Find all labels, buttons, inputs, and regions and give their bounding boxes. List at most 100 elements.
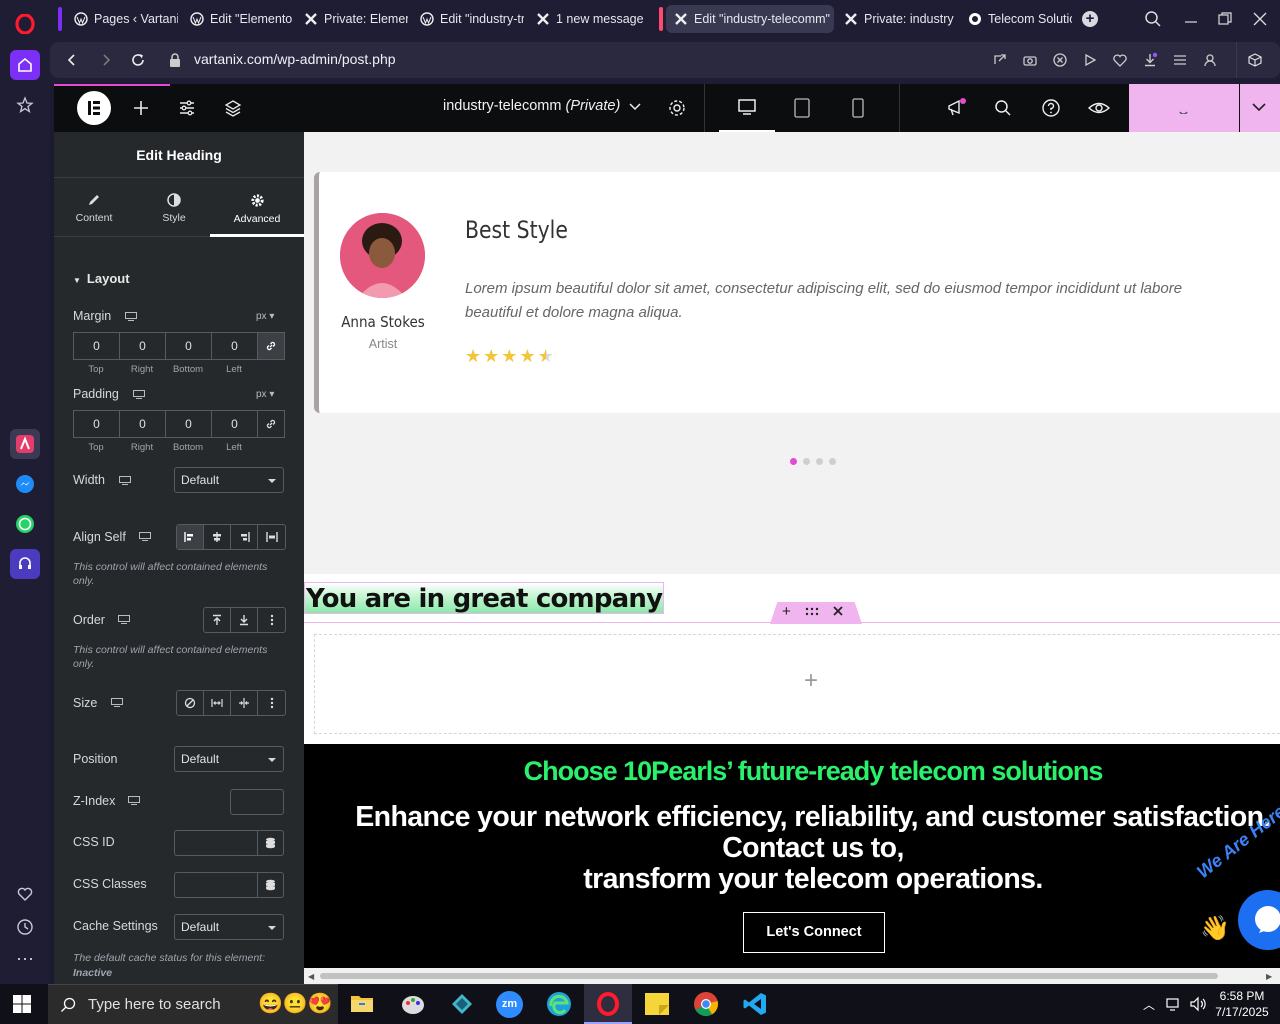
adblock-icon[interactable] <box>1052 52 1068 68</box>
responsive-desktop-icon[interactable] <box>119 476 131 485</box>
position-select[interactable]: Default <box>174 746 284 772</box>
link-values-icon[interactable] <box>258 411 284 437</box>
scroll-right-icon[interactable]: ▶ <box>1266 972 1272 981</box>
sticky-notes-icon[interactable] <box>645 993 669 1015</box>
chevron-down-icon[interactable] <box>629 102 641 112</box>
windows-start-icon[interactable] <box>13 995 31 1013</box>
page-title-dropdown[interactable]: industry-telecomm (Private) <box>443 98 620 114</box>
align-start-icon[interactable] <box>177 525 204 549</box>
notifications-megaphone-icon[interactable] <box>946 97 968 119</box>
scroll-thumb[interactable] <box>320 973 1218 979</box>
more-icon[interactable]: ⋯ <box>10 944 40 974</box>
align-end-icon[interactable] <box>231 525 258 549</box>
layout-section-toggle[interactable]: ▼ Layout <box>73 271 130 286</box>
padding-right-input[interactable]: 0 <box>120 411 166 437</box>
profile-icon[interactable] <box>1202 52 1218 68</box>
slider-dot[interactable] <box>829 458 836 465</box>
empty-drop-area[interactable]: + <box>314 634 1280 734</box>
dynamic-tags-icon[interactable] <box>258 872 284 898</box>
easy-setup-icon[interactable] <box>1172 52 1188 68</box>
tab-edit-industry-telecomm[interactable]: Edit "industry-telecomm" <box>666 5 834 33</box>
structure-layers-icon[interactable] <box>224 99 242 117</box>
drag-handle-icon[interactable] <box>805 607 819 617</box>
restore-button[interactable] <box>1216 10 1234 28</box>
new-tab-button[interactable]: + <box>1082 11 1098 27</box>
cache-select[interactable]: Default <box>174 914 284 940</box>
url-text[interactable]: vartanix.com/wp-admin/post.php <box>194 51 396 67</box>
minimize-button[interactable] <box>1182 10 1200 28</box>
desktop-view-button[interactable] <box>719 84 775 132</box>
mobile-view-button[interactable] <box>852 98 864 118</box>
order-first-icon[interactable] <box>204 608 231 632</box>
tab-content[interactable]: Content <box>54 179 134 237</box>
margin-left-input[interactable]: 0 <box>212 333 258 359</box>
link-values-icon[interactable] <box>258 333 284 359</box>
zindex-input[interactable] <box>230 789 284 815</box>
align-center-icon[interactable] <box>204 525 231 549</box>
responsive-desktop-icon[interactable] <box>139 532 151 541</box>
align-stretch-icon[interactable] <box>258 525 285 549</box>
publish-options-button[interactable] <box>1240 84 1280 132</box>
padding-bottom-input[interactable]: 0 <box>166 411 212 437</box>
send-icon[interactable] <box>992 52 1008 68</box>
slider-dot[interactable] <box>803 458 810 465</box>
responsive-desktop-icon[interactable] <box>133 390 145 399</box>
size-grow-icon[interactable] <box>204 691 231 715</box>
close-window-button[interactable] <box>1251 10 1269 28</box>
size-custom-icon[interactable] <box>258 691 285 715</box>
responsive-desktop-icon[interactable] <box>118 615 130 624</box>
tab-advanced[interactable]: Advanced <box>210 179 304 237</box>
responsive-desktop-icon[interactable] <box>128 796 140 805</box>
app-diamond-icon[interactable] <box>450 992 474 1016</box>
padding-unit-select[interactable]: px ▾ <box>256 389 274 400</box>
css-id-input[interactable] <box>174 830 258 856</box>
add-widget-plus-icon[interactable]: + <box>804 667 818 695</box>
size-shrink-icon[interactable] <box>231 691 258 715</box>
margin-unit-select[interactable]: px ▾ <box>256 311 274 322</box>
order-custom-icon[interactable] <box>258 608 285 632</box>
edge-browser-icon[interactable] <box>546 991 572 1017</box>
zoom-app-icon[interactable]: zm <box>496 991 523 1018</box>
flow-icon[interactable] <box>1082 52 1098 68</box>
responsive-desktop-icon[interactable] <box>111 698 123 707</box>
size-none-icon[interactable] <box>177 691 204 715</box>
opera-taskbar-icon[interactable] <box>584 984 632 1024</box>
chrome-browser-icon[interactable] <box>693 991 719 1017</box>
volume-icon[interactable] <box>1189 996 1207 1012</box>
padding-left-input[interactable]: 0 <box>212 411 258 437</box>
slider-dot-active[interactable] <box>790 458 797 465</box>
publish-button[interactable] <box>1129 84 1239 132</box>
system-tray-chevron-icon[interactable]: ︿ <box>1143 996 1155 1013</box>
history-icon[interactable] <box>10 912 40 942</box>
delete-container-icon[interactable] <box>833 606 843 616</box>
tab-edit-elementor[interactable]: Edit "Elementor <box>182 5 292 33</box>
order-last-icon[interactable] <box>231 608 258 632</box>
file-explorer-icon[interactable] <box>350 992 374 1014</box>
lets-connect-button[interactable]: Let's Connect <box>743 912 885 953</box>
tab-pages-vartanix[interactable]: Pages ‹ Vartanix <box>66 5 178 33</box>
downloads-icon[interactable] <box>1142 52 1158 68</box>
site-settings-icon[interactable] <box>178 99 196 117</box>
margin-right-input[interactable]: 0 <box>120 333 166 359</box>
selected-heading-widget[interactable]: You are in great company <box>304 582 665 614</box>
bookmark-heart-icon[interactable] <box>1112 52 1128 68</box>
heart-icon[interactable] <box>10 879 40 909</box>
tab-edit-industry[interactable]: Edit "industry-tr <box>412 5 524 33</box>
camera-icon[interactable] <box>1022 52 1038 68</box>
network-icon[interactable] <box>1166 996 1182 1012</box>
margin-top-input[interactable]: 0 <box>74 333 120 359</box>
page-settings-gear-icon[interactable] <box>668 99 686 117</box>
reload-button[interactable] <box>130 52 146 68</box>
add-element-icon[interactable] <box>132 99 150 117</box>
width-select[interactable]: Default <box>174 467 284 493</box>
slider-dot[interactable] <box>816 458 823 465</box>
elementor-logo-button[interactable] <box>77 91 111 125</box>
paint-app-icon[interactable] <box>400 992 426 1016</box>
clock[interactable]: 6:58 PM 7/17/2025 <box>1212 988 1272 1020</box>
tab-private-industry[interactable]: Private: industry <box>836 5 954 33</box>
dynamic-tags-icon[interactable] <box>258 830 284 856</box>
opera-logo-icon[interactable] <box>10 9 40 39</box>
tab-new-message[interactable]: 1 new message <box>528 5 644 33</box>
preview-eye-icon[interactable] <box>1088 99 1110 117</box>
aria-icon[interactable] <box>10 429 40 459</box>
